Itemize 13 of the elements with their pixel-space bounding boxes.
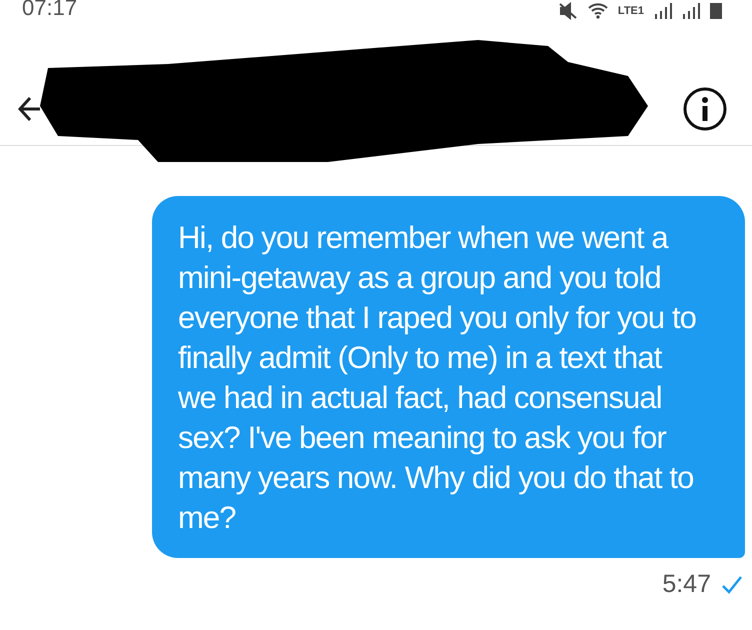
signal-icon xyxy=(682,3,700,19)
mute-icon xyxy=(558,2,578,20)
network-label: LTE1 xyxy=(618,6,644,16)
battery-icon xyxy=(710,3,722,19)
signal-icon xyxy=(654,3,672,19)
back-arrow-icon xyxy=(18,96,42,122)
message-text: Hi, do you remember when we went a mini-getaway as a group and you told everyone that I raped you only for you to finally admit (Only to me) in a text that we had in actual fact, had consensual sex? I've been meaning to ask you for many years now. Why did you do that to me? xyxy=(178,219,697,537)
info-button[interactable] xyxy=(682,86,728,132)
info-icon xyxy=(682,86,728,132)
wifi-icon xyxy=(588,3,608,19)
message-time: 5:47 xyxy=(662,569,711,600)
check-icon xyxy=(721,574,743,595)
status-time: 07:17 xyxy=(22,0,78,19)
